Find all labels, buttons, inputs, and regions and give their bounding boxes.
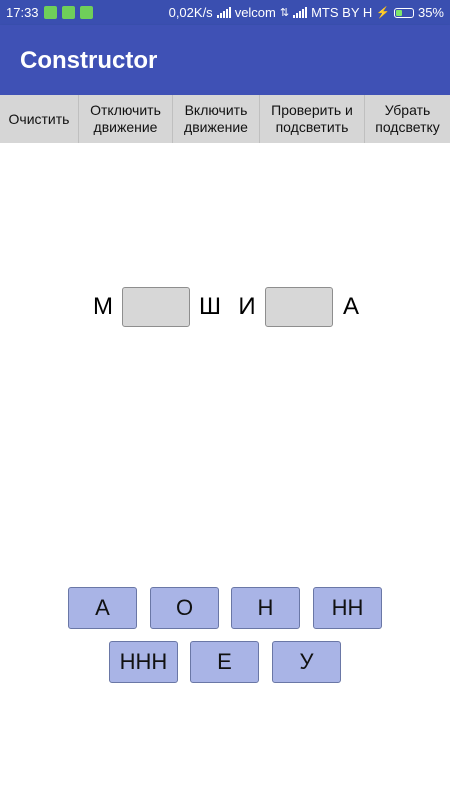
android-notification-icon [43,6,57,19]
signal-icon [216,7,231,18]
data-transfer-icon: ⇅ [279,7,290,19]
status-time: 17:33 [6,5,39,20]
letter-tile[interactable]: НН [313,587,382,629]
word-letter: И [238,293,256,320]
letter-tile[interactable]: У [272,641,341,683]
battery-icon [393,7,414,18]
word-letter: М [93,293,113,320]
letter-tile[interactable]: Е [190,641,259,683]
remove-highlight-button[interactable]: Убрать подсветку [365,95,450,143]
clear-button[interactable]: Очистить [0,95,79,143]
word-letter: Ш [199,293,221,320]
word-letter: А [342,293,359,320]
status-bar: 17:33 0,02K/s velcom ⇅ MTS BY H ⚡ 35% [0,0,450,25]
letter-tile[interactable]: А [68,587,137,629]
android-notification-icon [61,6,75,19]
empty-slot[interactable] [122,287,190,327]
letter-tile[interactable]: ННН [109,641,178,683]
carrier-1: velcom [234,5,276,20]
carrier-2: MTS BY H [311,5,373,20]
charging-icon: ⚡ [376,7,390,19]
letter-tile[interactable]: Н [231,587,300,629]
app-bar: Constructor [0,25,450,95]
network-speed: 0,02K/s [168,5,213,20]
check-and-highlight-button[interactable]: Проверить и подсветить [260,95,365,143]
app-title: Constructor [20,47,158,74]
signal-icon [293,7,308,18]
toolbar: Очистить Отключить движение Включить дви… [0,95,450,143]
battery-percent: 35% [417,5,444,20]
letter-tile[interactable]: О [150,587,219,629]
android-notification-icon [79,6,93,19]
enable-movement-button[interactable]: Включить движение [173,95,260,143]
disable-movement-button[interactable]: Отключить движение [79,95,173,143]
empty-slot[interactable] [265,287,333,327]
word-area: М Ш И А [0,287,450,327]
battery-fill [395,9,403,16]
